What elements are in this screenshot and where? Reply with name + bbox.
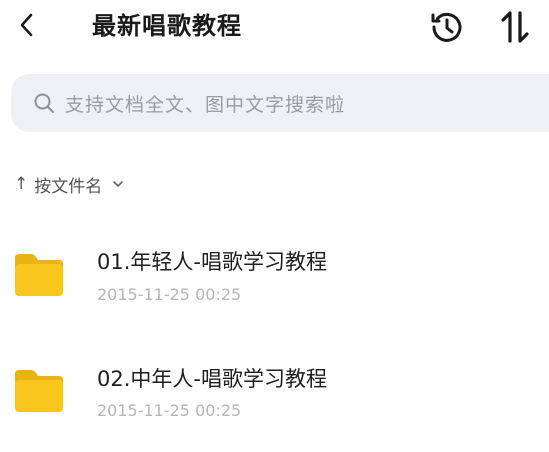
- chevron-left-icon: [20, 13, 33, 37]
- history-button[interactable]: [428, 8, 466, 46]
- search-placeholder: 支持文档全文、图中文字搜索啦: [65, 93, 346, 116]
- list-item[interactable]: 01.年轻人-唱歌学习教程 2015-11-25 00:25: [0, 230, 549, 320]
- chevron-down-icon: [112, 180, 124, 188]
- sort-up-arrow-icon: ↑: [14, 174, 29, 194]
- sort-arrows-icon: [501, 11, 529, 43]
- sort-by-filename-dropdown[interactable]: ↑ 按文件名: [14, 170, 124, 198]
- search-icon: [33, 91, 57, 115]
- folder-icon: [15, 254, 63, 296]
- search-input[interactable]: 支持文档全文、图中文字搜索啦: [11, 74, 549, 132]
- history-icon: [431, 12, 462, 42]
- header-bar: 最新唱歌教程: [0, 0, 549, 58]
- sort-order-button[interactable]: [496, 8, 534, 46]
- list-item[interactable]: 02.中年人-唱歌学习教程 2015-11-25 00:25: [0, 348, 549, 438]
- folder-icon: [15, 370, 63, 412]
- page-title: 最新唱歌教程: [92, 12, 242, 40]
- file-date: 2015-11-25 00:25: [97, 401, 242, 420]
- file-date: 2015-11-25 00:25: [97, 285, 242, 304]
- sort-label: 按文件名: [34, 176, 103, 197]
- back-button[interactable]: [12, 10, 42, 40]
- file-name: 01.年轻人-唱歌学习教程: [97, 250, 327, 274]
- file-name: 02.中年人-唱歌学习教程: [97, 367, 327, 391]
- file-browser-screen: 最新唱歌教程 支持文档全文、图中文字搜索啦 ↑ 按文件名 01.年轻人-唱歌学习…: [0, 0, 549, 452]
